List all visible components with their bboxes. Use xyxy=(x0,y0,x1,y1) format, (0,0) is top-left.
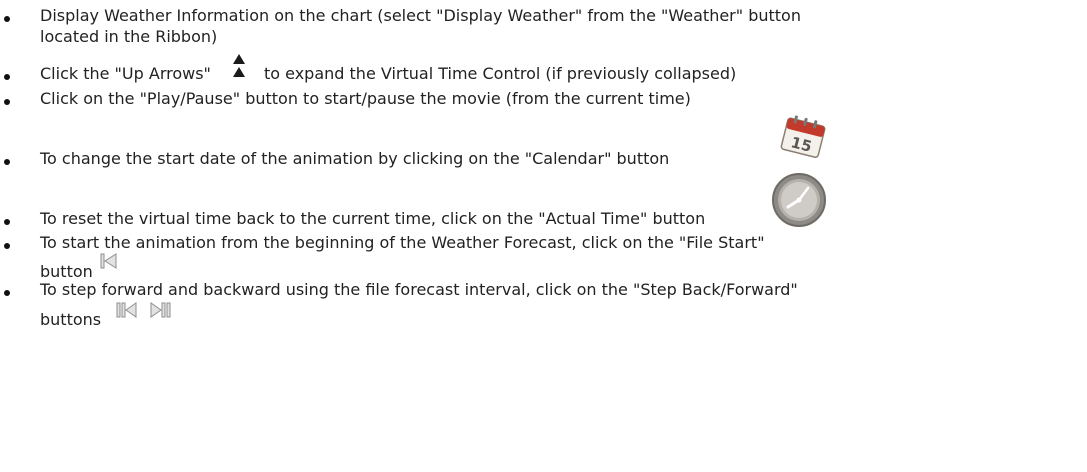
bullet-7-text-line2: buttons xyxy=(40,310,102,329)
bullet-5-text: To reset the virtual time back to the cu… xyxy=(40,209,706,228)
bullet-marker xyxy=(4,290,10,296)
bullet-3-text: Click on the "Play/Pause" button to star… xyxy=(40,89,691,108)
file-start-icon xyxy=(100,253,117,269)
bullet-marker xyxy=(4,74,10,80)
bullet-4-text: To change the start date of the animatio… xyxy=(40,149,670,168)
double-up-arrow-icon xyxy=(233,54,245,77)
calendar-icon: 15 xyxy=(780,115,826,158)
bullet-marker xyxy=(4,219,10,225)
bullet-6-text-line1: To start the animation from the beginnin… xyxy=(40,233,765,252)
bullet-marker xyxy=(4,99,10,105)
bullet-marker xyxy=(4,16,10,22)
bullet-6-text-line2: button xyxy=(40,262,93,281)
clock-icon xyxy=(772,173,826,227)
step-back-icon xyxy=(116,302,137,318)
bullet-marker xyxy=(4,159,10,165)
bullet-2-text-after: to expand the Virtual Time Control (if p… xyxy=(264,64,737,83)
bullet-2-text-before: Click the "Up Arrows" xyxy=(40,64,211,83)
step-forward-icon xyxy=(150,302,171,318)
bullet-1-text-line2: located in the Ribbon) xyxy=(40,27,218,46)
bullet-1-text-line1: Display Weather Information on the chart… xyxy=(40,6,801,25)
bullet-7-text-line1: To step forward and backward using the f… xyxy=(40,280,798,299)
bullet-marker xyxy=(4,243,10,249)
